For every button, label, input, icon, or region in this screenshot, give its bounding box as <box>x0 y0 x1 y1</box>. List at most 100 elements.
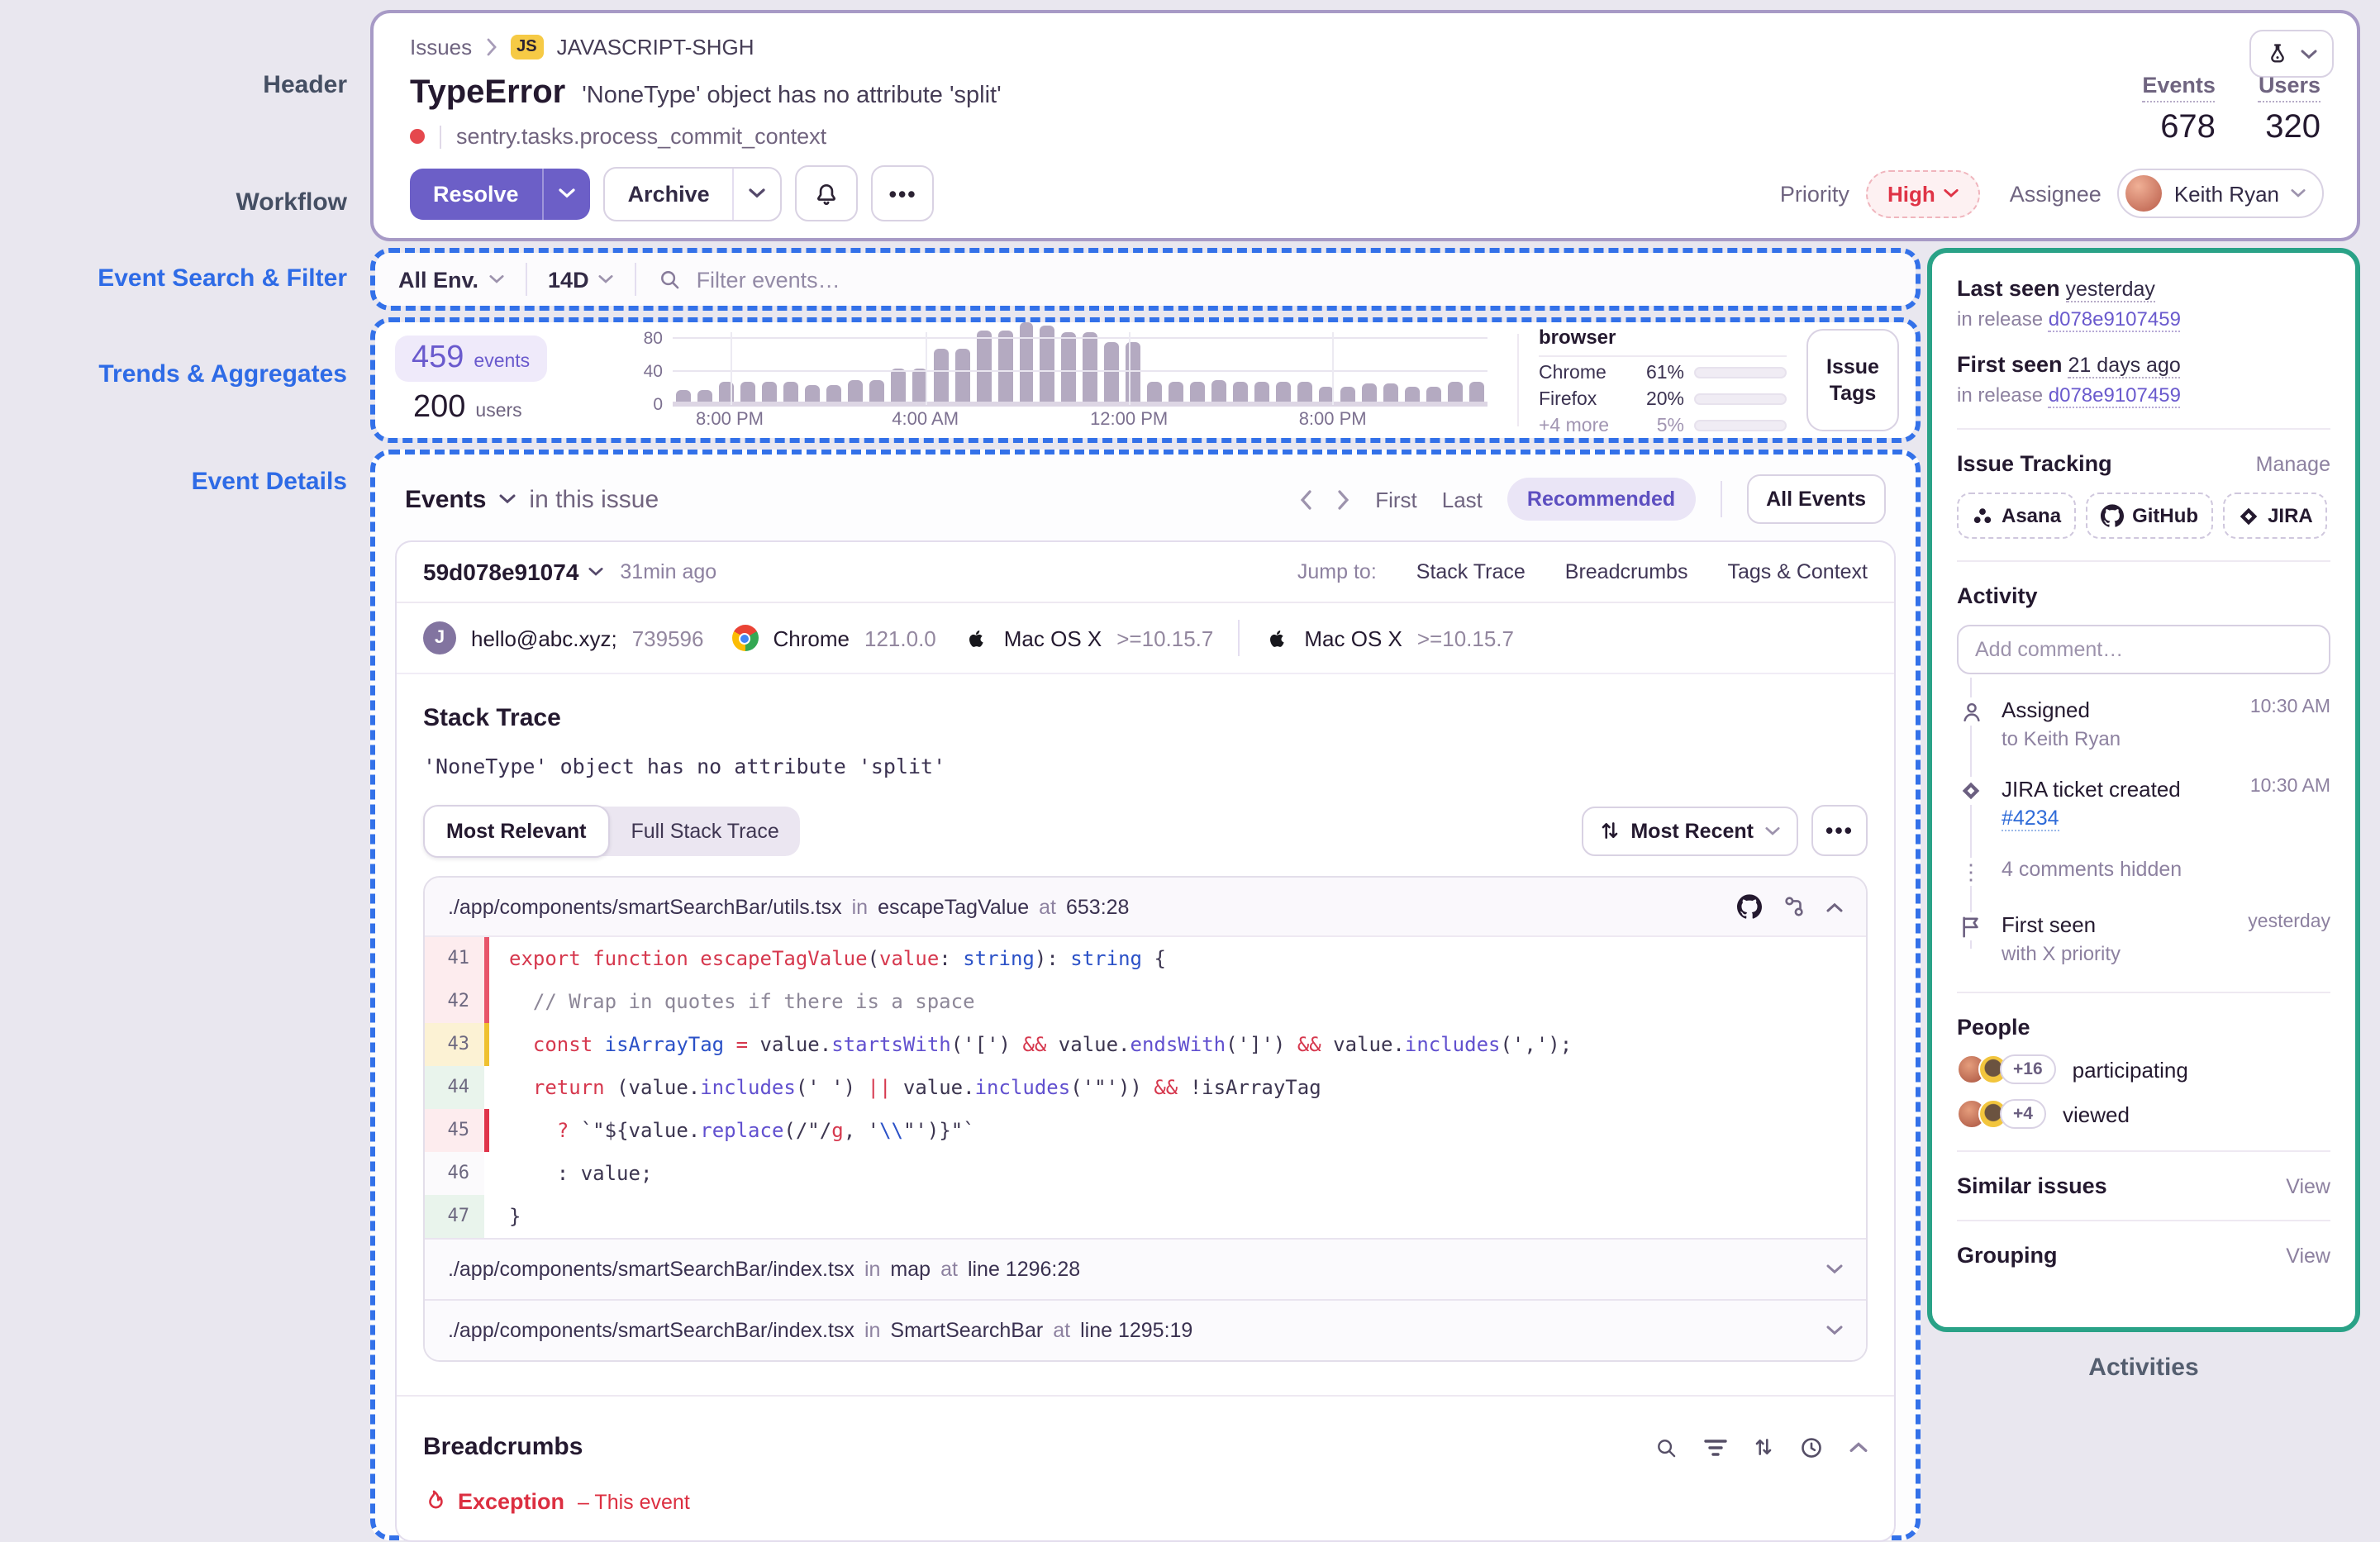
avatar-count-pill[interactable]: +16 <box>2000 1054 2056 1084</box>
users-count-toggle[interactable]: 200 users <box>395 389 607 426</box>
priority-value[interactable]: High <box>1887 181 1935 206</box>
first-release-link[interactable]: d078e9107459 <box>2048 383 2181 408</box>
filter-icon[interactable] <box>1704 1437 1727 1457</box>
flask-icon <box>2266 41 2289 66</box>
sort-dropdown[interactable]: Most Recent <box>1581 806 1798 855</box>
people-row-label: viewed <box>2062 1102 2130 1126</box>
github-icon[interactable] <box>1737 894 1762 919</box>
environment-value[interactable]: All Env. <box>398 267 478 292</box>
filter-events-input[interactable] <box>696 267 1892 292</box>
archive-button-label[interactable]: Archive <box>605 168 733 219</box>
collapsed-frame-row[interactable]: ./app/components/smartSearchBar/index.ts… <box>425 1238 1866 1299</box>
experiment-menu-button[interactable] <box>2249 30 2334 78</box>
code-line-number: 44 <box>425 1066 484 1109</box>
previous-event-chevron-icon[interactable] <box>1299 488 1312 510</box>
event-id-dropdown[interactable]: 59d078e91074 <box>423 559 603 585</box>
jump-link[interactable]: Stack Trace <box>1416 560 1526 583</box>
last-seen-value[interactable]: yesterday <box>2065 278 2155 302</box>
manage-link[interactable]: Manage <box>2256 452 2330 475</box>
last-release-link[interactable]: d078e9107459 <box>2048 307 2181 332</box>
trace-more-options-button[interactable]: ••• <box>1811 805 1868 856</box>
code-line-content: : value; <box>489 1152 1866 1195</box>
resolve-dropdown-chevron-icon[interactable] <box>544 168 590 219</box>
chart-x-tick-label: 4:00 AM <box>892 410 959 430</box>
activity-item: JIRA ticket created #4234 10:30 AM <box>1957 777 2330 831</box>
diamond-icon <box>1957 777 1985 805</box>
last-event-link[interactable]: Last <box>1442 487 1483 512</box>
archive-button[interactable]: Archive <box>602 166 783 221</box>
events-count: 459 <box>412 340 464 374</box>
chevron-down-icon <box>588 568 603 576</box>
users-stat-label[interactable]: Users <box>2258 73 2320 102</box>
users-count-unit: users <box>475 401 522 421</box>
next-event-chevron-icon[interactable] <box>1337 488 1350 510</box>
suspect-commit-icon[interactable] <box>1782 894 1806 919</box>
assignee-dropdown[interactable]: Keith Ryan <box>2117 169 2324 218</box>
activity-item-link[interactable]: #4234 <box>2002 807 2059 831</box>
collapsed-frame-row[interactable]: ./app/components/smartSearchBar/index.ts… <box>425 1299 1866 1360</box>
tab-full-stack-trace[interactable]: Full Stack Trace <box>610 806 801 855</box>
apple-icon <box>964 624 989 652</box>
collapse-chevron-up-icon[interactable] <box>1849 1441 1868 1453</box>
device-os-version: >=10.15.7 <box>1416 626 1514 650</box>
integration-button-asana[interactable]: Asana <box>1957 493 2077 539</box>
events-count-toggle[interactable]: 459 events <box>395 335 547 381</box>
user-id: 739596 <box>631 626 704 650</box>
issue-tags-label-2: Tags <box>1829 382 1877 405</box>
expand-chevron-down-icon[interactable] <box>1826 1325 1843 1335</box>
ellipsis-icon: ••• <box>1825 818 1854 843</box>
code-lines: 41 export function escapeTagValue(value: … <box>425 937 1866 1238</box>
search-icon[interactable] <box>1654 1435 1678 1459</box>
resolve-button-label[interactable]: Resolve <box>410 168 542 219</box>
jump-link[interactable]: Tags & Context <box>1727 560 1868 583</box>
integration-button-jira[interactable]: JIRA <box>2223 493 2328 539</box>
history-clock-icon[interactable] <box>1800 1435 1823 1459</box>
issue-tags-button[interactable]: Issue Tags <box>1806 329 1899 431</box>
date-range-value[interactable]: 14D <box>548 267 589 292</box>
collapse-chevron-up-icon[interactable] <box>1826 902 1843 911</box>
priority-dropdown[interactable]: High <box>1865 169 1980 217</box>
event-id[interactable]: 59d078e91074 <box>423 559 578 585</box>
archive-dropdown-chevron-icon[interactable] <box>735 168 781 219</box>
chart-bar <box>954 349 970 405</box>
browser-row: Chrome 61% <box>1539 363 1787 383</box>
events-stat-label[interactable]: Events <box>2142 73 2216 102</box>
more-actions-button[interactable]: ••• <box>871 165 935 221</box>
grouping-view-link[interactable]: View <box>2286 1244 2330 1267</box>
subscribe-bell-button[interactable] <box>795 165 859 221</box>
chevron-down-icon <box>488 275 503 283</box>
resolve-button[interactable]: Resolve <box>410 168 590 219</box>
frame-header[interactable]: ./app/components/smartSearchBar/utils.ts… <box>425 878 1866 937</box>
environment-dropdown[interactable]: All Env. <box>398 267 503 292</box>
chart-bar <box>933 349 949 405</box>
divider <box>1720 481 1722 517</box>
first-seen-value[interactable]: 21 days ago <box>2068 354 2181 378</box>
recommended-event-pill[interactable]: Recommended <box>1507 478 1696 521</box>
flame-icon <box>423 1489 445 1514</box>
jump-link[interactable]: Breadcrumbs <box>1565 560 1688 583</box>
users-stat: Users 320 <box>2258 73 2320 147</box>
add-comment-input[interactable] <box>1957 625 2330 674</box>
tab-most-relevant[interactable]: Most Relevant <box>423 804 610 857</box>
divider <box>1957 992 2330 993</box>
sort-label[interactable]: Most Recent <box>1630 819 1754 842</box>
expand-chevron-down-icon[interactable] <box>1826 1264 1843 1274</box>
all-events-button[interactable]: All Events <box>1746 474 1886 524</box>
events-title[interactable]: Events <box>405 485 486 513</box>
sort-arrows-icon[interactable] <box>1754 1436 1773 1458</box>
chart-y-tick-label: 40 <box>643 362 663 382</box>
breadcrumb-issues-link[interactable]: Issues <box>410 34 472 59</box>
date-range-dropdown[interactable]: 14D <box>548 267 614 292</box>
activity-item-detail: with X priority <box>2002 942 2121 965</box>
assignee-name[interactable]: Keith Ryan <box>2174 181 2279 206</box>
first-event-link[interactable]: First <box>1375 487 1417 512</box>
apple-icon <box>1264 624 1289 652</box>
similar-issues-view-link[interactable]: View <box>2286 1174 2330 1197</box>
avatar-count-pill[interactable]: +4 <box>2000 1099 2046 1129</box>
integration-button-github[interactable]: GitHub <box>2086 493 2214 539</box>
issue-stats: Events 678 Users 320 <box>2142 73 2320 147</box>
frame-at-label: at <box>1039 895 1056 918</box>
chevron-down-icon[interactable] <box>499 494 516 504</box>
people-rows: +16 participating +4 viewed <box>1957 1054 2330 1129</box>
activity-muted-text[interactable]: 4 comments hidden <box>2002 858 2330 881</box>
